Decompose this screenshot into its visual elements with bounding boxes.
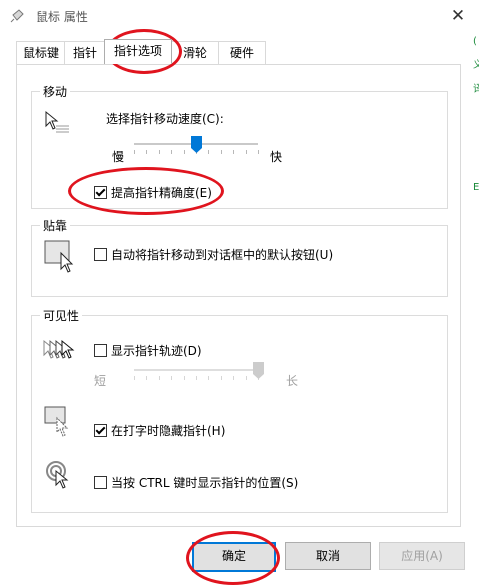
tab-label: 指针 (72, 46, 97, 60)
slider-tick (208, 376, 209, 380)
slider-tick (134, 150, 135, 154)
slider-tick (146, 150, 147, 154)
slider-thumb[interactable] (191, 136, 202, 153)
close-button[interactable]: ✕ (447, 5, 469, 27)
slider-tick (233, 376, 234, 380)
enhance-precision-checkbox[interactable] (94, 186, 107, 199)
pointer-trails-checkbox[interactable] (94, 344, 107, 357)
hide-while-typing-checkbox[interactable] (94, 424, 107, 437)
slider-tick (196, 376, 197, 380)
background-window-strip: (义译 E (473, 0, 479, 588)
pointer-options-panel: 移动 选择指针移动速度(C): 慢 快 提高指针精确度(E) 贴靠 自动将指针移… (16, 64, 461, 527)
title-bar: 鼠标 属性 ✕ (0, 0, 479, 32)
slider-tick (159, 376, 160, 380)
pointer-trails-label: 显示指针轨迹(D) (111, 344, 202, 358)
tab-label: 滑轮 (182, 46, 207, 60)
trail-long-label: 长 (286, 374, 299, 388)
window-title: 鼠标 属性 (36, 10, 88, 24)
close-icon: ✕ (450, 6, 466, 26)
visibility-group: 可见性 显示指针轨迹(D) 短 长 在打字时隐藏指针(H) 当按 CTRL 键时… (31, 307, 448, 513)
cancel-button[interactable]: 取消 (285, 542, 371, 570)
apply-button-label: 应用(A) (401, 549, 443, 563)
tab-wheel[interactable]: 滑轮 (170, 41, 220, 64)
mouse-icon (10, 9, 24, 23)
snap-to-default-label: 自动将指针移动到对话框中的默认按钮(U) (111, 248, 334, 262)
fast-label: 快 (270, 150, 283, 164)
snap-to-icon (44, 240, 76, 274)
slider-tick (258, 150, 259, 154)
slider-tick (208, 150, 209, 154)
motion-group-title: 移动 (40, 83, 71, 100)
visibility-group-title: 可见性 (40, 307, 83, 324)
slider-track (134, 369, 258, 371)
trail-length-slider[interactable] (134, 362, 264, 388)
tab-pointer-options[interactable]: 指针选项 (104, 39, 172, 64)
slider-tick (146, 376, 147, 380)
pointer-trails-icon (42, 338, 76, 366)
slider-tick (246, 376, 247, 380)
show-location-checkbox[interactable] (94, 476, 107, 489)
slider-tick (134, 376, 135, 380)
slider-tick (184, 376, 185, 380)
slider-tick (221, 150, 222, 154)
slider-thumb[interactable] (253, 362, 264, 379)
show-location-label: 当按 CTRL 键时显示指针的位置(S) (111, 476, 299, 490)
ok-button-label: 确定 (221, 549, 246, 563)
ok-button[interactable]: 确定 (192, 542, 276, 572)
tab-label: 指针选项 (113, 44, 162, 58)
snap-group-title: 贴靠 (40, 217, 71, 234)
show-location-icon (46, 460, 76, 492)
slider-tick (184, 150, 185, 154)
tab-label: 鼠标键 (22, 46, 59, 60)
slider-tick (221, 376, 222, 380)
hide-while-typing-label: 在打字时隐藏指针(H) (111, 424, 226, 438)
tab-buttons[interactable]: 鼠标键 (16, 41, 66, 64)
slider-tick (171, 150, 172, 154)
tab-pointers[interactable]: 指针 (64, 41, 106, 64)
slider-tick (246, 150, 247, 154)
apply-button[interactable]: 应用(A) (379, 542, 465, 570)
enhance-precision-label: 提高指针精确度(E) (111, 186, 212, 200)
tab-label: 硬件 (229, 46, 254, 60)
pointer-speed-icon (44, 110, 72, 136)
slider-tick (159, 150, 160, 154)
pointer-speed-slider[interactable] (134, 136, 259, 162)
trail-short-label: 短 (94, 374, 107, 388)
hide-while-typing-icon (44, 406, 74, 438)
slider-tick (171, 376, 172, 380)
tab-hardware[interactable]: 硬件 (218, 41, 266, 64)
motion-group: 移动 选择指针移动速度(C): 慢 快 提高指针精确度(E) (31, 83, 448, 209)
slow-label: 慢 (112, 150, 125, 164)
cancel-button-label: 取消 (315, 549, 340, 563)
snap-to-default-checkbox[interactable] (94, 248, 107, 261)
snap-group: 贴靠 自动将指针移动到对话框中的默认按钮(U) (31, 217, 448, 297)
slider-tick (233, 150, 234, 154)
pointer-speed-label: 选择指针移动速度(C): (106, 112, 224, 126)
